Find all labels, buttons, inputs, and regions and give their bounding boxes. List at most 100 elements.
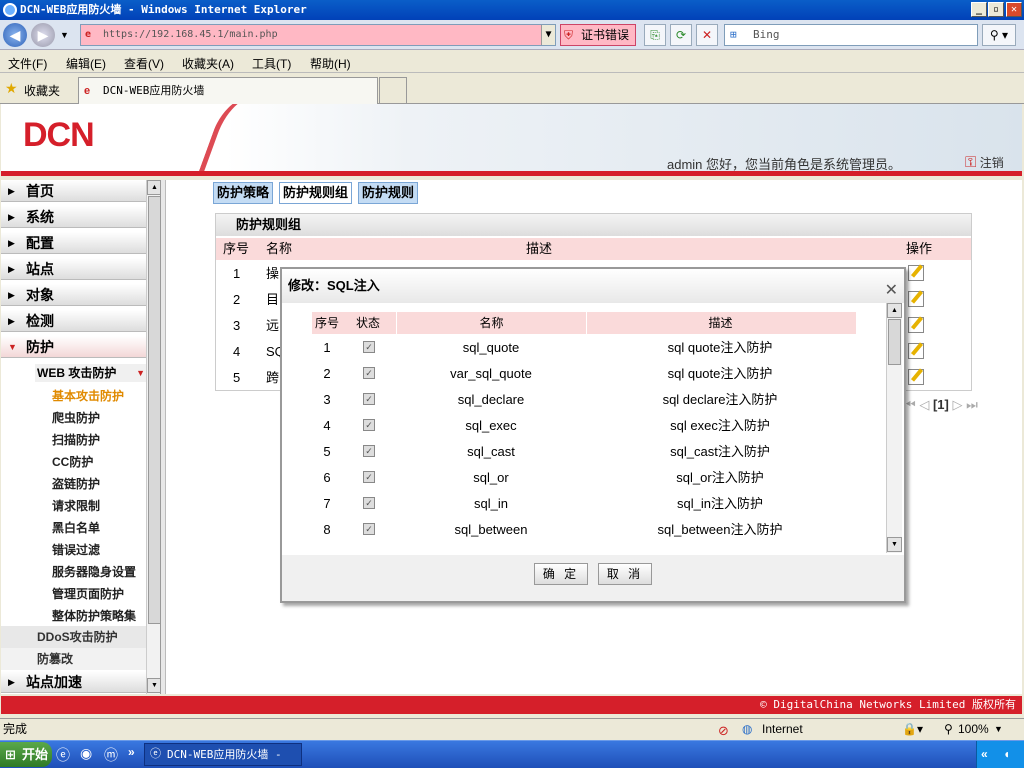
edit-icon[interactable] <box>908 369 924 385</box>
stop-icon[interactable]: ✕ <box>696 24 718 46</box>
search-icon[interactable]: ⚲ ▾ <box>982 24 1016 46</box>
address-dropdown-icon[interactable]: ▼ <box>541 25 555 45</box>
col-name: 名称 <box>396 312 586 334</box>
menu-file[interactable]: 文件(F) <box>8 55 47 72</box>
sidebar-group-ddos[interactable]: DDoS攻击防护 <box>1 626 147 648</box>
address-input[interactable]: e https://192.168.45.1/main.php ▼ <box>80 24 556 46</box>
prev-page-icon[interactable]: ◁ <box>919 397 929 412</box>
sidebar-item-label: 站点 <box>26 261 54 277</box>
chevron-right-icon: ▶ <box>8 290 15 300</box>
status-checkbox[interactable]: ✓ <box>363 367 375 379</box>
cell-desc: sql_between注入防护 <box>657 522 783 537</box>
menu-edit[interactable]: 编辑(E) <box>66 55 106 72</box>
sidebar-item-label: 配置 <box>26 235 54 251</box>
logout-link[interactable]: ⚿ 注销 <box>965 154 1004 171</box>
edit-icon[interactable] <box>908 317 924 333</box>
menu-help[interactable]: 帮助(H) <box>310 55 351 72</box>
sidebar-item-system[interactable]: ▶ 系统 <box>1 206 147 228</box>
new-tab-button[interactable] <box>379 77 407 104</box>
cancel-button[interactable]: 取 消 <box>598 563 652 585</box>
menu-tools[interactable]: 工具(T) <box>252 55 291 72</box>
scroll-up-icon[interactable]: ▲ <box>887 303 902 318</box>
sidebar-sub-crawler[interactable]: 爬虫防护 <box>52 409 100 426</box>
sidebar-sub-blacklist[interactable]: 黑白名单 <box>52 519 100 536</box>
favorites-button[interactable]: 收藏夹 <box>24 82 60 99</box>
zoom-level[interactable]: 100% <box>958 719 989 739</box>
status-checkbox[interactable]: ✓ <box>363 341 375 353</box>
tab-rule-group[interactable]: 防护规则组 <box>279 182 353 204</box>
sidebar-item-protect[interactable]: ▼ 防护 <box>1 336 147 358</box>
maximize-button[interactable]: ▫ <box>988 2 1004 17</box>
dialog-scrollbar[interactable]: ▲ ▼ <box>886 303 902 553</box>
edit-icon[interactable] <box>908 291 924 307</box>
sidebar-item-label: 首页 <box>26 183 54 199</box>
scroll-down-icon[interactable]: ▼ <box>887 537 902 552</box>
taskbar-ie-window[interactable]: ⓔ DCN-WEB应用防火墙 - ... <box>144 743 302 766</box>
menu-favorites[interactable]: 收藏夹(A) <box>182 55 234 72</box>
rule-row: 3 ✓ sql_declare sql declare注入防护 <box>312 387 856 413</box>
sidebar-group-tamper[interactable]: 防篡改 <box>1 648 147 670</box>
cell-desc: sql quote注入防护 <box>667 366 773 381</box>
scroll-thumb[interactable] <box>888 319 901 365</box>
ok-button[interactable]: 确 定 <box>534 563 588 585</box>
sidebar-item-accel[interactable]: ▶ 站点加速 <box>1 671 147 693</box>
sidebar-sub-basic-attack[interactable]: 基本攻击防护 <box>52 387 124 404</box>
scroll-down-icon[interactable]: ▼ <box>147 678 160 693</box>
scroll-thumb[interactable] <box>148 196 160 624</box>
sidebar-item-site[interactable]: ▶ 站点 <box>1 258 147 280</box>
app-header: DCN admin 您好，您当前角色是系统管理员。 ⚿ 注销 <box>1 104 1022 176</box>
sidebar-item-home[interactable]: ▶ 首页 <box>1 180 147 202</box>
edit-icon[interactable] <box>908 343 924 359</box>
tab-rule[interactable]: 防护规则 <box>358 182 419 204</box>
quicklaunch-player-icon[interactable]: ◉ <box>80 745 92 762</box>
certificate-error-button[interactable]: ⛨ 证书错误 <box>560 24 636 46</box>
close-window-button[interactable]: ✕ <box>1006 2 1022 17</box>
search-input[interactable]: ⊞ Bing <box>724 24 978 46</box>
certificate-error-label: 证书错误 <box>581 28 630 42</box>
refresh-icon[interactable]: ⟳ <box>670 24 692 46</box>
back-button[interactable]: ◀ <box>3 23 27 47</box>
status-text: 完成 <box>3 722 28 736</box>
tray-expand-icon[interactable]: « <box>981 747 988 761</box>
next-page-icon[interactable]: ▷ <box>952 397 962 412</box>
sidebar-sub-policy-set[interactable]: 整体防护策略集 <box>52 607 136 624</box>
menu-view[interactable]: 查看(V) <box>124 55 164 72</box>
status-checkbox[interactable]: ✓ <box>363 393 375 405</box>
scroll-up-icon[interactable]: ▲ <box>147 180 160 195</box>
history-dropdown-icon[interactable]: ▼ <box>60 30 69 40</box>
sidebar-item-detect[interactable]: ▶ 检测 <box>1 310 147 332</box>
edit-icon[interactable] <box>908 265 924 281</box>
start-button[interactable]: ⊞ 开始 <box>0 742 52 767</box>
browser-tab-title: DCN-WEB应用防火墙 <box>103 84 205 97</box>
minimize-button[interactable]: _ <box>971 2 987 17</box>
sidebar-sub-request-limit[interactable]: 请求限制 <box>52 497 100 514</box>
sidebar-sub-scan[interactable]: 扫描防护 <box>52 431 100 448</box>
speaker-icon[interactable]: ◖ <box>1003 747 1010 761</box>
status-checkbox[interactable]: ✓ <box>363 497 375 509</box>
sidebar-sub-cc[interactable]: CC防护 <box>52 453 93 470</box>
sidebar-sub-error-filter[interactable]: 错误过滤 <box>52 541 100 558</box>
copyright-footer: © DigitalChina Networks Limited 版权所有 <box>1 696 1022 714</box>
status-checkbox[interactable]: ✓ <box>363 471 375 483</box>
status-checkbox[interactable]: ✓ <box>363 445 375 457</box>
browser-tab[interactable]: e DCN-WEB应用防火墙 <box>78 77 378 104</box>
sidebar-sub-admin-page[interactable]: 管理页面防护 <box>52 585 124 602</box>
zoom-icon[interactable]: ⚲ <box>944 719 953 739</box>
sidebar-scrollbar[interactable]: ▲ ▼ <box>146 180 160 694</box>
quicklaunch-ie-icon[interactable]: ⓔ <box>56 745 70 765</box>
quicklaunch-more-icon[interactable]: » <box>128 745 135 759</box>
sidebar-item-object[interactable]: ▶ 对象 <box>1 284 147 306</box>
sidebar-sub-server-stealth[interactable]: 服务器隐身设置 <box>52 563 136 580</box>
status-checkbox[interactable]: ✓ <box>363 523 375 535</box>
quicklaunch-mail-icon[interactable]: ⓜ <box>104 745 118 765</box>
sidebar-item-config[interactable]: ▶ 配置 <box>1 232 147 254</box>
sidebar-sub-hotlink[interactable]: 盗链防护 <box>52 475 100 492</box>
last-page-icon[interactable]: ⏭ <box>966 397 978 412</box>
compatibility-view-icon[interactable]: ⎘ <box>644 24 666 46</box>
status-checkbox[interactable]: ✓ <box>363 419 375 431</box>
tab-policy[interactable]: 防护策略 <box>213 182 274 204</box>
forward-button[interactable]: ▶ <box>31 23 55 47</box>
protected-mode-icon[interactable]: 🔒▾ <box>902 719 923 739</box>
sidebar-group-web-attack[interactable]: WEB 攻击防护 ▼ <box>35 364 147 382</box>
zoom-dropdown-icon[interactable]: ▼ <box>994 719 1003 739</box>
